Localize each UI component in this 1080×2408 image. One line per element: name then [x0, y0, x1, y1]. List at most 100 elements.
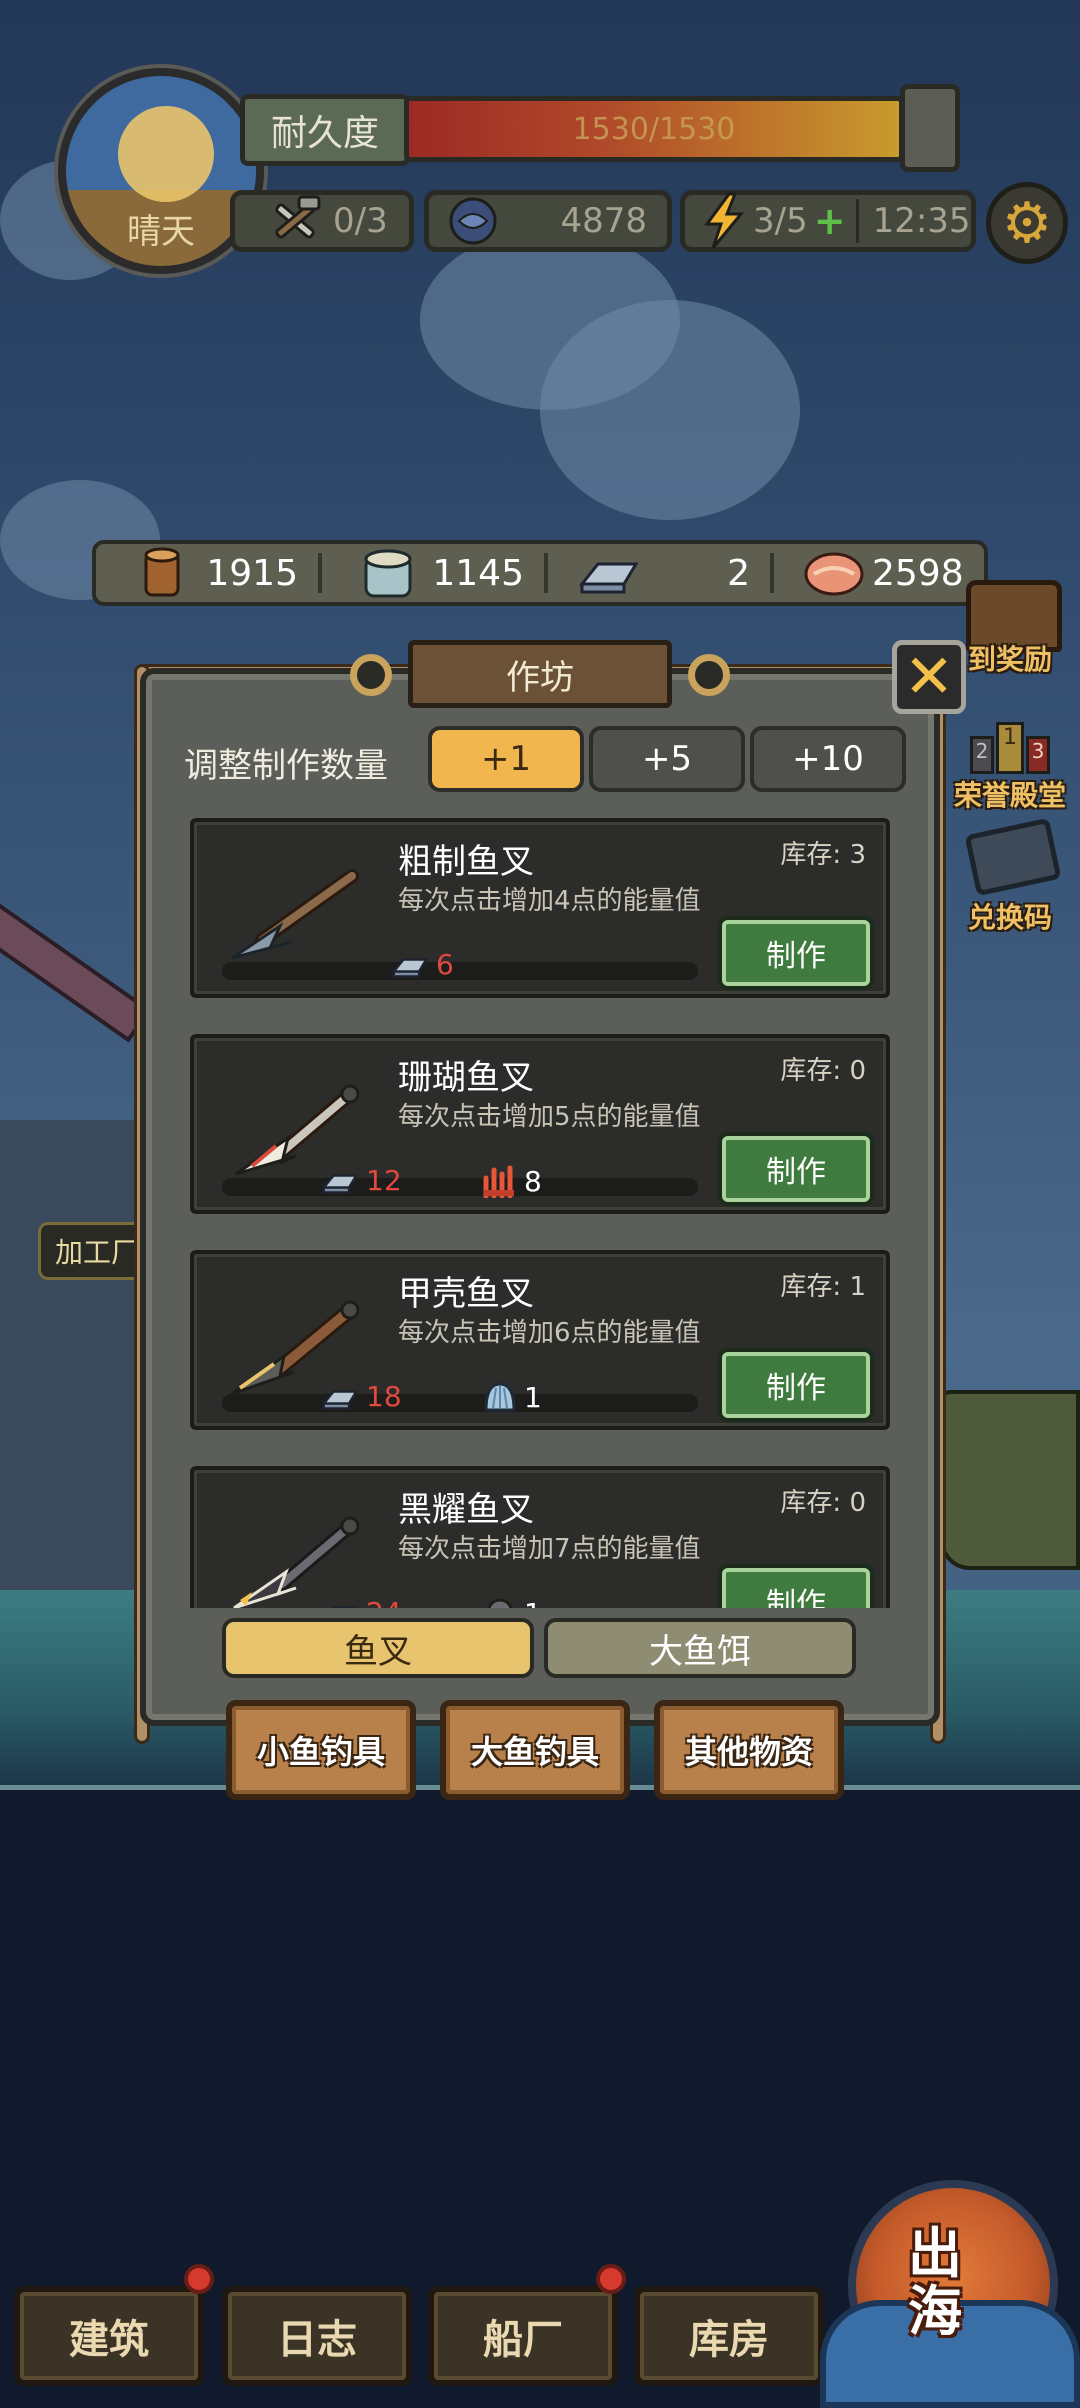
durability-bar-cap — [900, 84, 960, 172]
close-button[interactable]: ✕ — [892, 640, 966, 714]
ring-ornament — [350, 654, 392, 696]
durability-label: 耐久度 — [240, 94, 410, 166]
item-stock: 库存: 0 — [780, 1056, 866, 1086]
energy-value: 3/5 — [753, 201, 808, 241]
rank-3: 3 — [1026, 736, 1050, 774]
item-name: 珊瑚鱼叉 — [398, 1058, 534, 1098]
iron-ingot-icon — [331, 1605, 359, 1608]
make-button[interactable]: 制作 — [722, 1568, 870, 1608]
cost-value: 1 — [524, 1380, 542, 1414]
make-button[interactable]: 制作 — [722, 1352, 870, 1418]
item-stock: 库存: 1 — [780, 1272, 866, 1302]
make-button[interactable]: 制作 — [722, 1136, 870, 1202]
item-description: 每次点击增加4点的能量值 — [398, 886, 701, 916]
cost-obsidian: 1 — [482, 1596, 542, 1608]
nav-warehouse[interactable]: 库房 — [634, 2286, 824, 2386]
timber-stump-icon — [364, 549, 412, 598]
category-big-fish-gear[interactable]: 大鱼钓具 — [440, 1700, 630, 1800]
add-energy-icon[interactable]: + — [814, 199, 846, 243]
coins-value: 4878 — [560, 201, 647, 241]
adjust-quantity-label: 调整制作数量 — [184, 746, 388, 786]
panel-title: 作坊 — [408, 640, 672, 708]
cost-iron: 18 — [320, 1380, 402, 1413]
rank-2: 2 — [970, 736, 994, 774]
resource-iron: 2 — [548, 544, 770, 602]
item-description: 每次点击增加6点的能量值 — [398, 1318, 701, 1348]
fish-coin-icon — [449, 197, 497, 245]
resource-value: 2 — [727, 552, 750, 594]
coral-icon — [483, 1165, 514, 1198]
nav-shipyard[interactable]: 船厂 — [428, 2286, 618, 2386]
tools-value: 0/3 — [333, 201, 388, 241]
cost-value: 8 — [524, 1164, 542, 1198]
resource-bar: 1915 1145 2 2598 — [92, 540, 988, 606]
ticket-icon — [964, 817, 1062, 897]
tab-harpoon[interactable]: 鱼叉 — [222, 1618, 534, 1678]
obsidian-harpoon-icon — [233, 1516, 360, 1608]
cost-shell: 1 — [482, 1380, 542, 1414]
craft-card: 黑耀鱼叉 每次点击增加7点的能量值 库存: 0 24 1 制作 — [190, 1466, 890, 1608]
make-button[interactable]: 制作 — [722, 920, 870, 986]
cost-iron: 24 — [320, 1596, 402, 1608]
item-name: 粗制鱼叉 — [398, 842, 534, 882]
wood-log-icon — [144, 547, 180, 597]
progress-track — [222, 1178, 698, 1196]
energy-counter[interactable]: 3/5 + 12:35 — [680, 190, 976, 252]
nav-log[interactable]: 日志 — [222, 2286, 412, 2386]
ring-ornament — [688, 654, 730, 696]
notification-dot — [596, 2264, 626, 2294]
coins-counter[interactable]: 4878 — [424, 190, 672, 252]
qty-plus-1-button[interactable]: +1 — [428, 726, 584, 792]
obsidian-icon — [487, 1598, 513, 1608]
craft-card: 粗制鱼叉 每次点击增加4点的能量值 库存: 3 6 制作 — [190, 818, 890, 998]
qty-plus-5-button[interactable]: +5 — [589, 726, 745, 792]
close-icon: ✕ — [903, 642, 955, 712]
cloud — [540, 300, 800, 520]
cost-iron: 12 — [320, 1164, 402, 1197]
tab-big-bait[interactable]: 大鱼饵 — [544, 1618, 856, 1678]
durability-value: 1530/1530 — [572, 111, 736, 147]
item-name: 甲壳鱼叉 — [398, 1274, 534, 1314]
cost-value: 1 — [524, 1597, 542, 1609]
hall-of-honor-button[interactable]: 2 1 3 荣誉殿堂 — [940, 716, 1080, 814]
settings-button[interactable]: ⚙ — [986, 182, 1068, 264]
dock-building — [0, 1120, 150, 1600]
ship-hull — [940, 1390, 1080, 1570]
redeem-label: 兑换码 — [967, 901, 1052, 934]
nav-building[interactable]: 建筑 — [14, 2286, 204, 2386]
item-stock: 库存: 0 — [780, 1488, 866, 1518]
weather-label: 晴天 — [127, 212, 195, 252]
progress-track — [222, 1394, 698, 1412]
cost-value: 6 — [436, 948, 454, 981]
tools-counter[interactable]: 0/3 — [230, 190, 414, 252]
item-description: 每次点击增加7点的能量值 — [398, 1534, 701, 1564]
progress-track — [222, 962, 698, 980]
iron-ingot-icon — [321, 1173, 359, 1194]
category-other-supplies[interactable]: 其他物资 — [654, 1700, 844, 1800]
rough-harpoon-icon — [231, 869, 359, 960]
shell-icon — [484, 1382, 516, 1412]
iron-ingot-icon — [578, 562, 639, 594]
gear-icon: ⚙ — [1001, 190, 1053, 256]
resource-value: 1145 — [432, 552, 524, 594]
category-small-fish-gear[interactable]: 小鱼钓具 — [226, 1700, 416, 1800]
cost-iron: 6 — [390, 948, 454, 981]
item-name: 黑耀鱼叉 — [398, 1490, 534, 1530]
cost-value: 18 — [366, 1380, 402, 1413]
craft-card: 甲壳鱼叉 每次点击增加6点的能量值 库存: 1 18 1 制作 — [190, 1250, 890, 1430]
cost-value: 24 — [366, 1596, 402, 1608]
craft-list[interactable]: 粗制鱼叉 每次点击增加4点的能量值 库存: 3 6 制作 珊瑚鱼叉 每次点击增加… — [176, 810, 904, 1608]
notification-dot — [184, 2264, 214, 2294]
redeem-code-button[interactable]: 兑换码 — [940, 817, 1080, 936]
fish-meat-icon — [804, 552, 864, 596]
qty-plus-10-button[interactable]: +10 — [750, 726, 906, 792]
iron-ingot-icon — [321, 1389, 359, 1410]
energy-timer: 12:35 — [872, 201, 971, 241]
hammer-wrench-icon — [275, 195, 321, 239]
honor-label: 荣誉殿堂 — [953, 779, 1066, 812]
cost-coral: 8 — [482, 1164, 542, 1198]
resource-value: 1915 — [206, 552, 298, 594]
podium-icon: 2 1 3 — [940, 716, 1080, 774]
item-stock: 库存: 3 — [780, 840, 866, 870]
divider — [855, 199, 859, 243]
